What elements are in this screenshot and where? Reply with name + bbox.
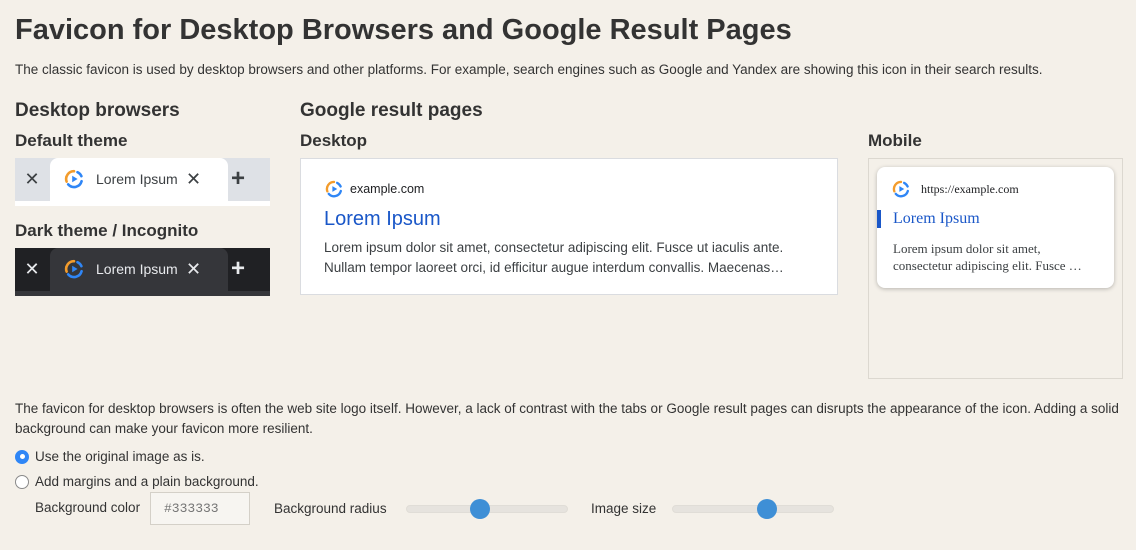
radio-button[interactable] — [15, 474, 29, 489]
tab-label: Lorem Ipsum — [96, 261, 178, 277]
result-accent-bar — [877, 210, 881, 228]
google-desktop-result: example.com Lorem Ipsum Lorem ipsum dolo… — [300, 158, 838, 295]
default-theme-tabbar: ✕ Lorem Ipsum ✕ + — [15, 158, 270, 206]
browser-tab[interactable]: Lorem Ipsum ✕ — [50, 158, 228, 201]
dark-theme-label: Dark theme / Incognito — [15, 221, 199, 240]
result-snippet: Lorem ipsum dolor sit amet, consectetur … — [893, 241, 1082, 273]
google-desktop-label: Desktop — [300, 131, 368, 150]
favicon-icon — [325, 180, 343, 198]
new-tab-icon[interactable]: + — [231, 257, 245, 281]
close-icon[interactable]: ✕ — [23, 260, 41, 278]
browser-tab[interactable]: Lorem Ipsum ✕ — [50, 248, 228, 291]
close-icon[interactable]: ✕ — [23, 170, 41, 188]
close-icon[interactable]: ✕ — [186, 170, 201, 188]
radio-button[interactable] — [15, 449, 29, 464]
result-title-link[interactable]: Lorem Ipsum — [893, 210, 980, 228]
favicon-icon — [64, 259, 83, 279]
image-size-label: Image size — [591, 501, 657, 516]
result-url: https://example.com — [921, 182, 1019, 196]
background-color-label: Background color — [35, 500, 141, 515]
background-color-input[interactable] — [150, 492, 250, 525]
google-mobile-label: Mobile — [868, 131, 922, 150]
result-snippet: Lorem ipsum dolor sit amet, consectetur … — [324, 240, 784, 275]
favicon-icon — [892, 180, 910, 198]
result-title-link[interactable]: Lorem Ipsum — [324, 208, 441, 231]
option-label: Use the original image as is. — [35, 449, 205, 464]
background-radius-slider[interactable] — [406, 499, 568, 519]
option-original-image[interactable]: Use the original image as is. — [15, 449, 205, 464]
default-theme-label: Default theme — [15, 131, 128, 150]
google-results-heading: Google result pages — [300, 100, 483, 121]
result-url: example.com — [350, 182, 425, 196]
background-radius-label: Background radius — [274, 501, 387, 516]
slider-thumb[interactable] — [470, 499, 490, 519]
slider-thumb[interactable] — [757, 499, 777, 519]
tab-label: Lorem Ipsum — [96, 171, 178, 187]
desktop-browsers-heading: Desktop browsers — [15, 100, 180, 121]
close-icon[interactable]: ✕ — [186, 260, 201, 278]
option-label: Add margins and a plain background. — [35, 474, 259, 489]
google-mobile-frame: https://example.com Lorem Ipsum Lorem ip… — [868, 158, 1123, 379]
google-mobile-result: https://example.com Lorem Ipsum Lorem ip… — [877, 167, 1114, 288]
new-tab-icon[interactable]: + — [231, 167, 245, 191]
dark-theme-tabbar: ✕ Lorem Ipsum ✕ + — [15, 248, 270, 296]
settings-description: The favicon for desktop browsers is ofte… — [15, 401, 1119, 436]
favicon-icon — [64, 169, 83, 189]
page-title: Favicon for Desktop Browsers and Google … — [15, 14, 792, 46]
page-intro: The classic favicon is used by desktop b… — [15, 62, 1043, 77]
option-margins-background[interactable]: Add margins and a plain background. — [15, 474, 259, 489]
image-size-slider[interactable] — [672, 499, 834, 519]
